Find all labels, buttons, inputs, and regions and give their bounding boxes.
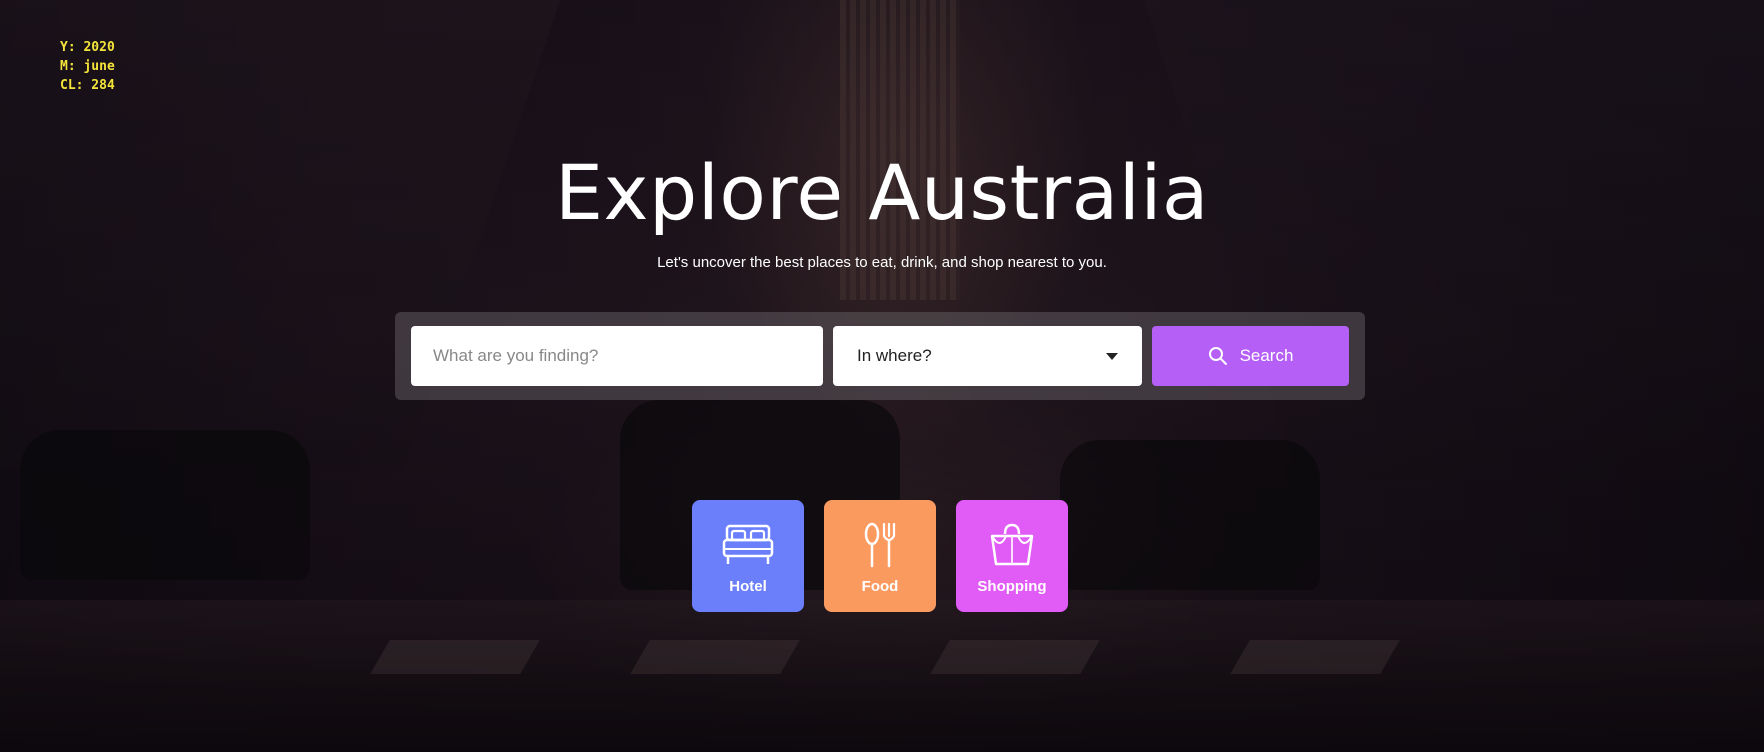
search-button-label: Search bbox=[1239, 346, 1294, 365]
crosswalk-stripe bbox=[1230, 640, 1400, 674]
category-food[interactable]: Food bbox=[824, 500, 936, 612]
location-select[interactable]: In where? bbox=[833, 326, 1142, 386]
crosswalk-stripe bbox=[630, 640, 800, 674]
utensils-icon bbox=[864, 522, 896, 567]
search-input[interactable] bbox=[411, 326, 823, 386]
location-select-value: In where? bbox=[857, 346, 932, 365]
overlay-year: Y: 2020 bbox=[60, 40, 115, 55]
background-car bbox=[1060, 440, 1320, 590]
overlay-cl: CL: 284 bbox=[60, 78, 115, 93]
page-subtitle: Let's uncover the best places to eat, dr… bbox=[657, 254, 1107, 271]
hero-background: Y: 2020 M: june CL: 284 Explore Australi… bbox=[0, 0, 1764, 752]
category-shopping[interactable]: Shopping bbox=[956, 500, 1068, 612]
background-street bbox=[0, 600, 1764, 752]
search-icon bbox=[1208, 347, 1227, 365]
overlay-month: M: june bbox=[60, 59, 115, 74]
bed-icon bbox=[722, 524, 774, 564]
search-button[interactable]: Search bbox=[1152, 326, 1349, 386]
debug-overlay: Y: 2020 M: june CL: 284 bbox=[60, 38, 115, 95]
category-label: Shopping bbox=[977, 577, 1047, 595]
crosswalk-stripe bbox=[930, 640, 1100, 674]
background-car bbox=[20, 430, 310, 580]
category-label: Food bbox=[861, 577, 899, 595]
page-title: Explore Australia bbox=[554, 148, 1210, 237]
category-hotel[interactable]: Hotel bbox=[692, 500, 804, 612]
category-list: Hotel Food Shopping bbox=[692, 500, 1068, 612]
caret-down-icon bbox=[1106, 352, 1118, 360]
category-label: Hotel bbox=[729, 577, 767, 595]
background-buildings-right bbox=[1144, 0, 1764, 480]
search-panel: In where? Search bbox=[395, 312, 1365, 400]
shopping-bag-icon bbox=[990, 523, 1034, 565]
crosswalk-stripe bbox=[370, 640, 540, 674]
